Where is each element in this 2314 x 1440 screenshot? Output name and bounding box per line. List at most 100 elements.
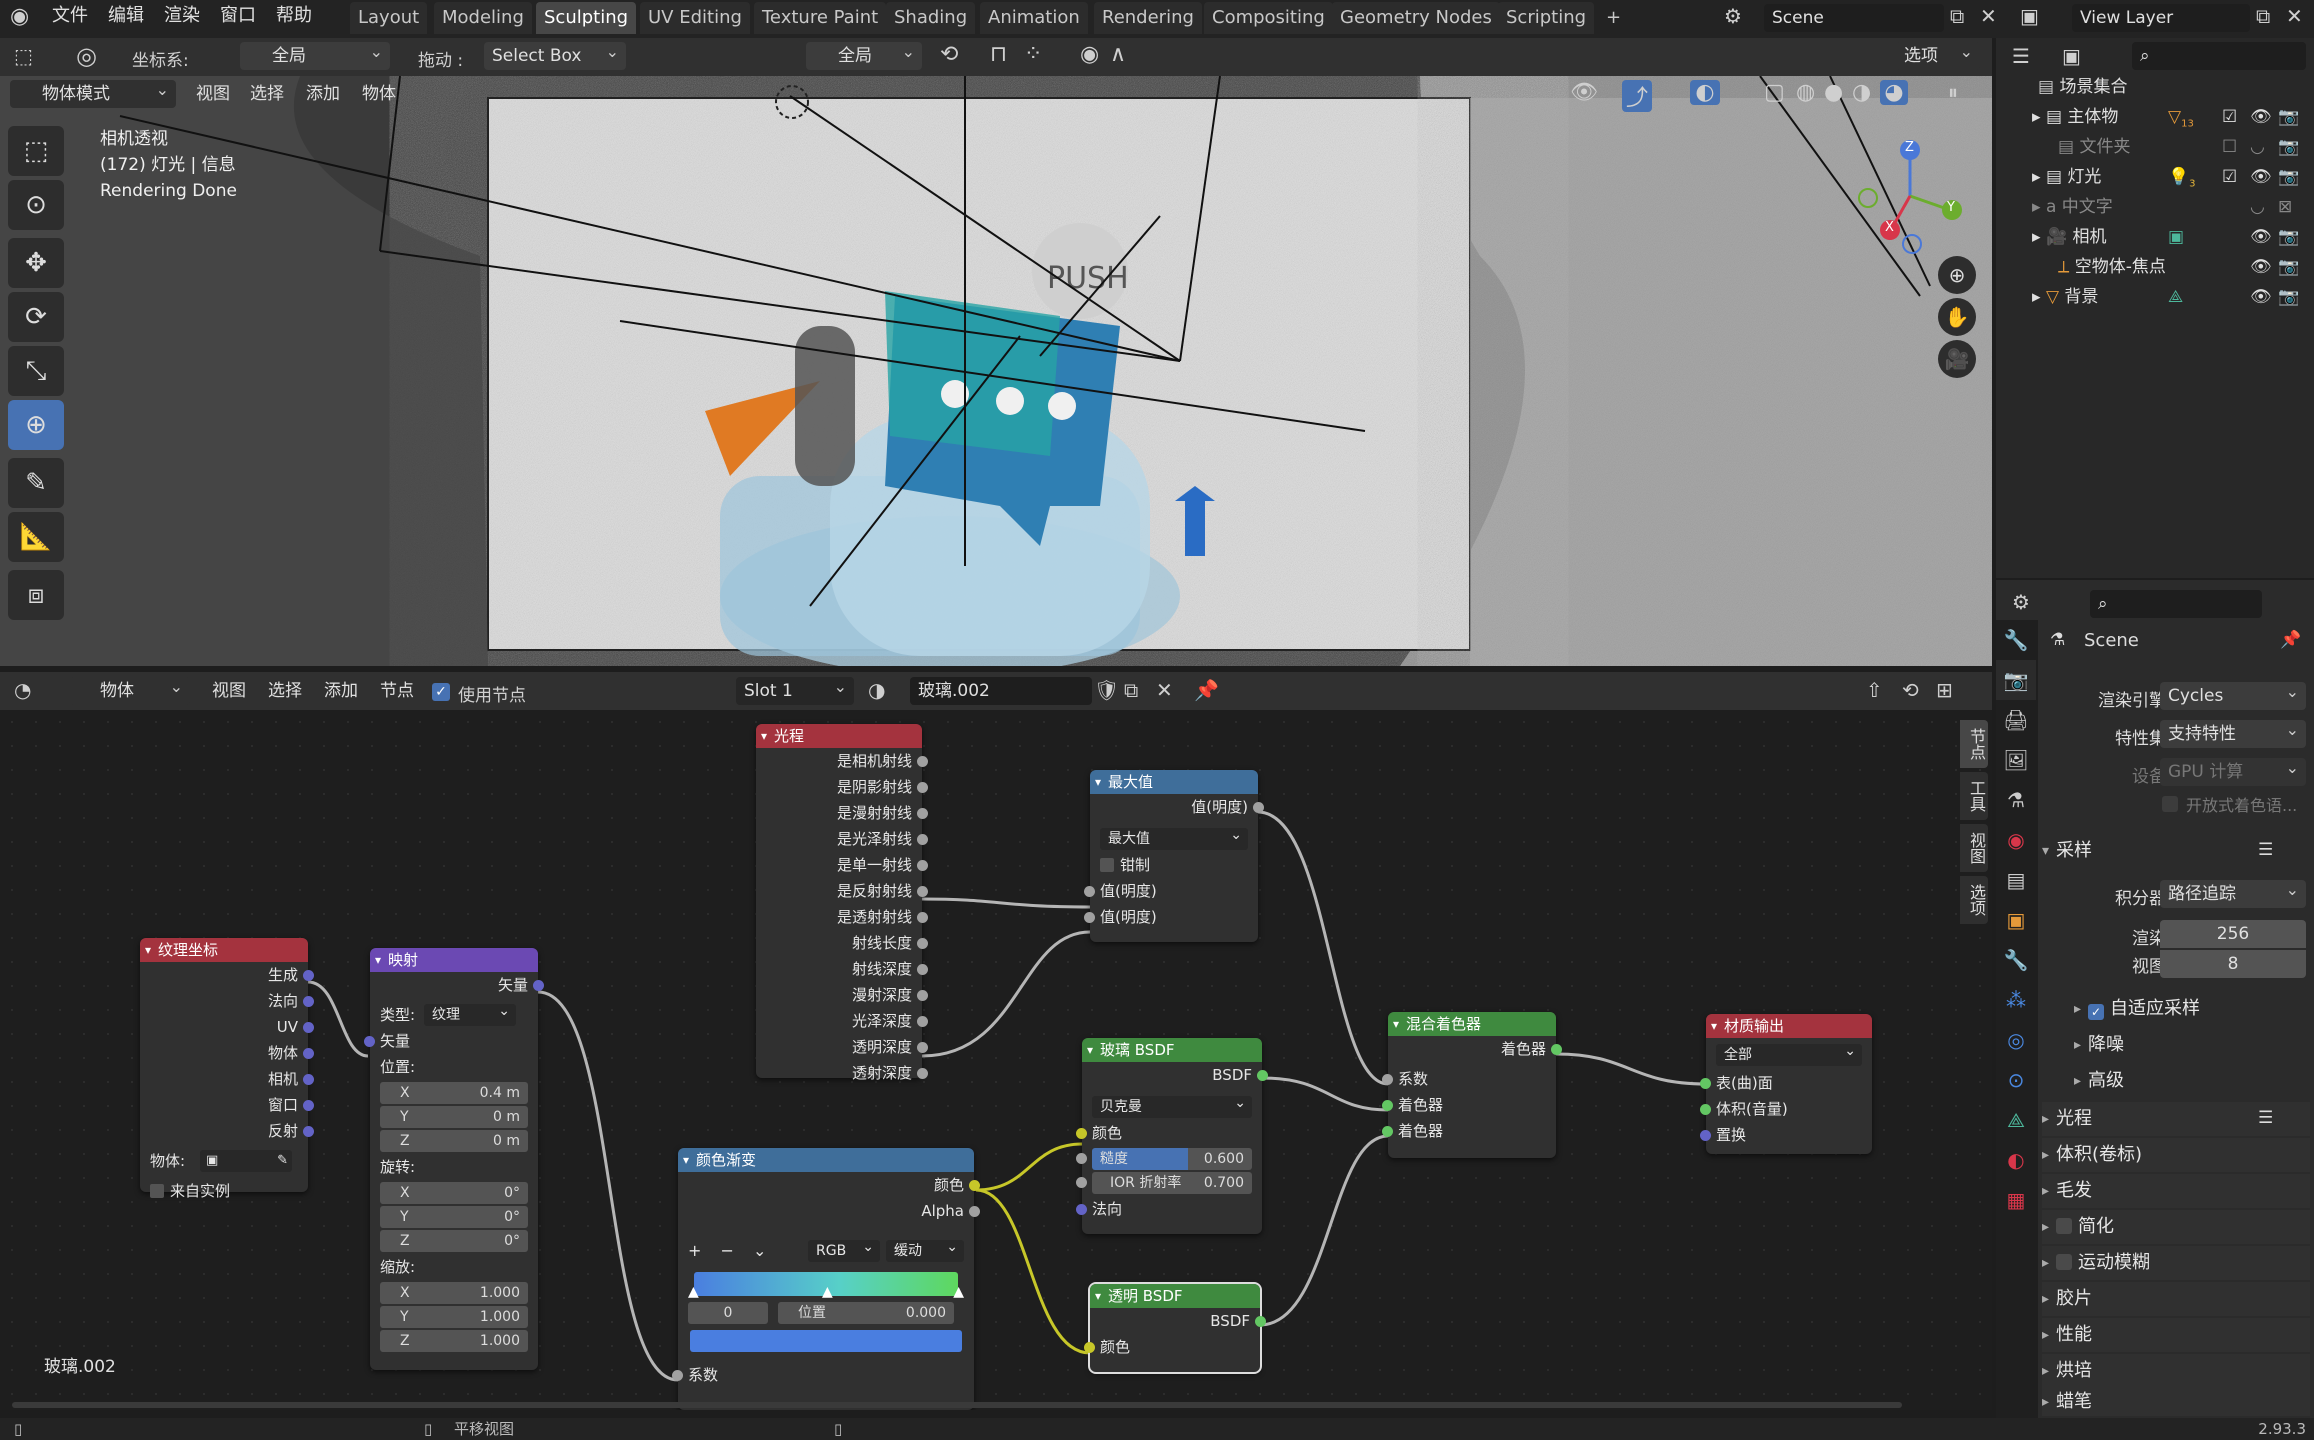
outliner-item-lights[interactable]: ▸ ▤ 灯光 💡3 ☑ 👁 📷 <box>1996 162 2314 192</box>
vp-menu-add[interactable]: 添加 <box>302 78 344 110</box>
math-operation-dropdown[interactable]: 最大值 <box>1100 824 1248 850</box>
distribution-dropdown[interactable]: 贝克曼 <box>1092 1092 1252 1118</box>
camera-view-icon[interactable]: 🎥 <box>1938 340 1976 378</box>
outliner-root[interactable]: ▤ 场景集合 <box>1996 72 2314 102</box>
slot-dropdown[interactable]: Slot 1 <box>736 677 854 705</box>
clamp-checkbox[interactable] <box>1100 858 1114 872</box>
add-workspace-button[interactable]: + <box>1598 2 1629 34</box>
close-view-layer-icon[interactable]: ✕ <box>2286 4 2303 28</box>
eye-icon[interactable]: 👁 <box>2250 252 2272 282</box>
socket-dot[interactable] <box>917 1068 928 1079</box>
socket-dot[interactable] <box>533 980 544 991</box>
socket-dot[interactable] <box>303 1074 314 1085</box>
snap-target-icon[interactable]: ⁘ <box>1024 42 1042 67</box>
socket-dot[interactable] <box>1700 1078 1711 1089</box>
node-transparent-bsdf[interactable]: 透明 BSDF BSDF 颜色 <box>1084 1282 1266 1374</box>
visibility-icon[interactable]: 👁 <box>1570 80 1598 105</box>
navigation-gizmo[interactable]: Z Y X <box>1850 136 1970 256</box>
socket-dot[interactable] <box>917 1042 928 1053</box>
menu-render[interactable]: 渲染 <box>160 0 204 32</box>
wireframe-shading-icon[interactable]: ◍ <box>1796 80 1815 105</box>
socket-dot[interactable] <box>969 1206 980 1217</box>
ne-snap-mode-icon[interactable]: ⊞ <box>1936 678 1953 702</box>
socket-dot[interactable] <box>1382 1100 1393 1111</box>
use-nodes-checkbox[interactable]: ✓ <box>432 683 450 701</box>
sidebar-tab-tool[interactable]: 工具 <box>1960 772 1988 820</box>
socket-dot[interactable] <box>917 990 928 1001</box>
material-tab-icon[interactable]: ◐ <box>1996 1140 2036 1180</box>
socket-dot[interactable] <box>1551 1044 1562 1055</box>
falloff-icon[interactable]: ∧ <box>1110 42 1126 67</box>
socket-dot[interactable] <box>917 860 928 871</box>
simplify-checkbox[interactable] <box>2056 1218 2072 1234</box>
proportional-edit-icon[interactable]: ◉ <box>1080 42 1099 67</box>
socket-dot[interactable] <box>1084 1342 1095 1353</box>
snap-toggle-icon[interactable]: ⊓ <box>990 42 1007 67</box>
outliner-item-folder[interactable]: ▤ 文件夹 ☐ ◡ 📷 <box>1996 132 2314 162</box>
material-name-field[interactable]: 玻璃.002 <box>910 677 1092 705</box>
from-instancer-checkbox[interactable] <box>150 1184 164 1198</box>
menu-window[interactable]: 窗口 <box>216 0 260 32</box>
color-ramp-bar[interactable]: ▲ ▲ ▲ <box>688 1272 964 1300</box>
object-picker-field[interactable]: ▣ ✎ <box>200 1150 292 1172</box>
socket-dot[interactable] <box>917 964 928 975</box>
sidebar-tab-options[interactable]: 选项 <box>1960 876 1988 924</box>
socket-dot[interactable] <box>672 1370 683 1381</box>
list-icon[interactable]: ☰ <box>2258 1108 2273 1128</box>
socket-dot[interactable] <box>1084 886 1095 897</box>
collection-tab-icon[interactable]: ▤ <box>1996 860 2036 900</box>
scene-icon[interactable]: ⚙ <box>1724 4 1742 28</box>
socket-dot[interactable] <box>917 938 928 949</box>
rotation-z-field[interactable]: Z 0° <box>380 1230 528 1252</box>
render-engine-dropdown[interactable]: Cycles <box>2160 682 2306 710</box>
fake-user-icon[interactable]: 🛡 <box>1094 678 1119 702</box>
data-tab-icon[interactable]: ⟁ <box>1996 1100 2036 1140</box>
node-color-ramp[interactable]: 颜色渐变 颜色 Alpha + − ⌄ RGB 缓动 ▲ ▲ ▲ 0 位置 0.0… <box>672 1148 980 1410</box>
socket-dot[interactable] <box>1076 1204 1087 1215</box>
move-tool-icon[interactable]: ✥ <box>8 238 64 288</box>
render-camera-icon[interactable]: 📷 <box>2278 162 2299 192</box>
output-target-dropdown[interactable]: 全部 <box>1716 1040 1862 1066</box>
list-icon[interactable]: ☰ <box>2258 840 2273 860</box>
render-camera-icon[interactable]: 📷 <box>2278 252 2299 282</box>
pin-icon[interactable]: 📌 <box>1194 678 1219 702</box>
duplicate-material-icon[interactable]: ⧉ <box>1124 678 1138 702</box>
modifier-tab-icon[interactable]: 🔧 <box>1996 940 2036 980</box>
rendered-shading-icon[interactable]: ◕ <box>1880 80 1908 105</box>
particles-tab-icon[interactable]: ⁂ <box>1996 980 2036 1020</box>
checkbox-icon[interactable]: ☑ <box>2222 162 2237 192</box>
tool-tab-icon[interactable]: 🔧 <box>1996 620 2036 660</box>
eye-hidden-icon[interactable]: ◡ <box>2250 192 2265 222</box>
node-object-dropdown[interactable]: 物体 <box>70 677 190 705</box>
eye-hidden-icon[interactable]: ◡ <box>2250 132 2265 162</box>
view-layer-tab-icon[interactable]: 🖼 <box>1996 740 2036 780</box>
socket-dot[interactable] <box>303 1100 314 1111</box>
interpolation-dropdown[interactable]: 缓动 <box>886 1236 964 1262</box>
simplify-panel[interactable]: 简化 <box>2042 1210 2310 1244</box>
render-camera-icon[interactable]: 📷 <box>2278 102 2299 132</box>
node-editor-type-icon[interactable]: ◔ <box>14 678 31 702</box>
tab-texture-paint[interactable]: Texture Paint <box>754 2 887 34</box>
sidebar-tab-node[interactable]: 节点 <box>1960 720 1988 768</box>
outliner-item-camera[interactable]: ▸ 🎥 相机 ▣ 👁 📷 <box>1996 222 2314 252</box>
outliner-search-input[interactable]: ⌕ <box>2132 42 2306 70</box>
close-scene-icon[interactable]: ✕ <box>1980 4 1997 28</box>
physics-tab-icon[interactable]: ◎ <box>1996 1020 2036 1060</box>
rotation-y-field[interactable]: Y 0° <box>380 1206 528 1228</box>
render-camera-icon[interactable]: 📷 <box>2278 282 2299 312</box>
expand-arrow-icon[interactable]: ▸ <box>2032 197 2046 217</box>
mapping-type-dropdown[interactable]: 纹理 <box>424 1000 516 1026</box>
socket-dot[interactable] <box>303 1048 314 1059</box>
pan-hand-icon[interactable]: ✋ <box>1938 298 1976 336</box>
node-editor[interactable]: 纹理坐标 生成 法向 UV 物体 相机 窗口 反射 物体: ▣ ✎ 来自实例 映射… <box>0 710 1992 1410</box>
socket-dot[interactable] <box>917 1016 928 1027</box>
rotation-x-field[interactable]: X 0° <box>380 1182 528 1204</box>
socket-dot[interactable] <box>1076 1177 1087 1188</box>
ior-field[interactable]: IOR 折射率 0.700 <box>1076 1172 1252 1194</box>
performance-panel[interactable]: 性能 <box>2042 1318 2310 1352</box>
node-texture-coordinate[interactable]: 纹理坐标 生成 法向 UV 物体 相机 窗口 反射 物体: ▣ ✎ 来自实例 <box>140 938 314 1200</box>
integrator-dropdown[interactable]: 路径追踪 <box>2160 880 2306 908</box>
scale-y-field[interactable]: Y 1.000 <box>380 1306 528 1328</box>
expand-arrow-icon[interactable]: ▸ <box>2032 107 2046 127</box>
render-disabled-icon[interactable]: ⊠ <box>2278 192 2292 222</box>
